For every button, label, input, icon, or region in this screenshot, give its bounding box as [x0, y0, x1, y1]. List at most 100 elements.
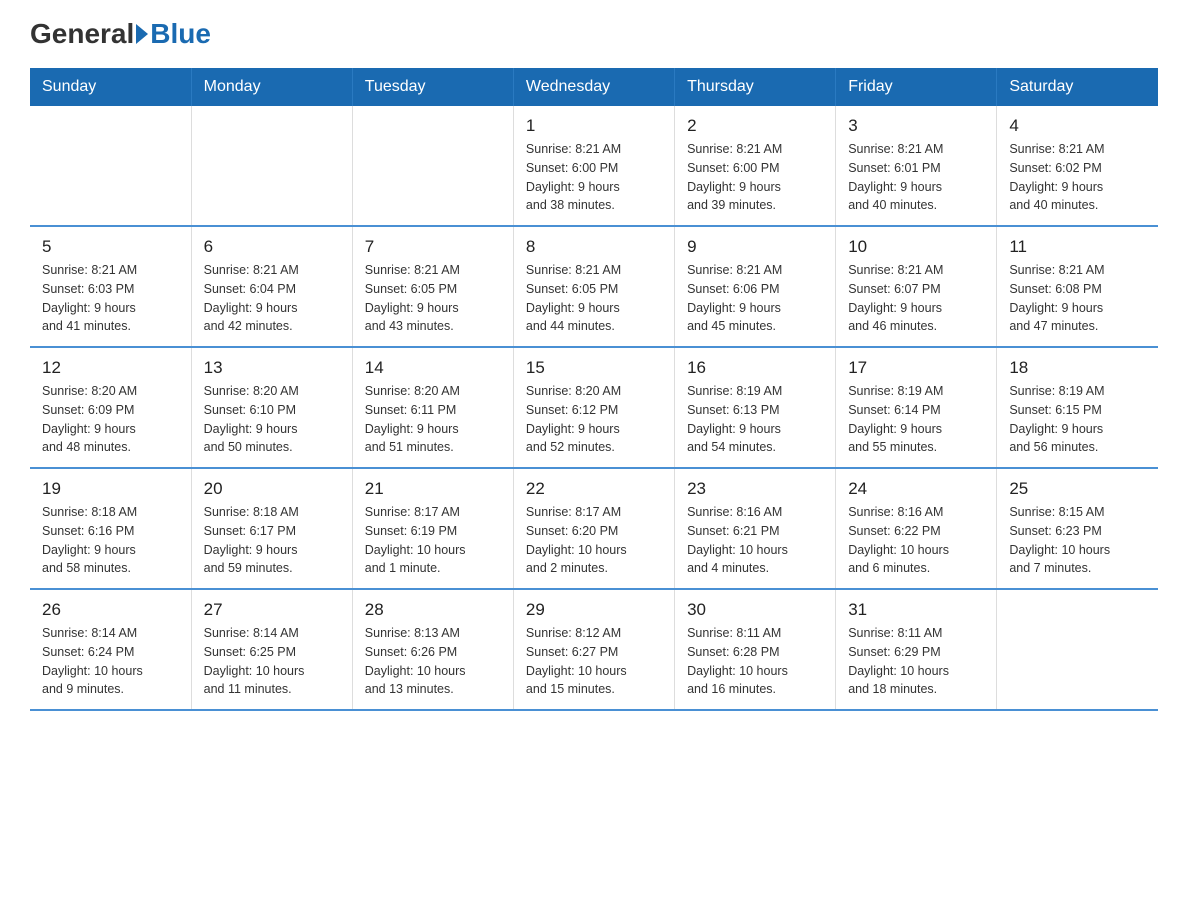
day-info: Sunrise: 8:21 AM Sunset: 6:07 PM Dayligh… — [848, 261, 984, 336]
page-header: General Blue — [30, 20, 1158, 48]
day-number: 10 — [848, 237, 984, 257]
calendar-cell — [191, 106, 352, 226]
calendar-cell — [30, 106, 191, 226]
calendar-week-row: 19 Sunrise: 8:18 AM Sunset: 6:16 PM Dayli… — [30, 468, 1158, 589]
column-header-tuesday: Tuesday — [352, 68, 513, 106]
day-info: Sunrise: 8:14 AM Sunset: 6:25 PM Dayligh… — [204, 624, 340, 699]
calendar-cell — [997, 589, 1158, 710]
day-info: Sunrise: 8:21 AM Sunset: 6:00 PM Dayligh… — [687, 140, 823, 215]
logo-blue-text: Blue — [150, 20, 211, 48]
day-info: Sunrise: 8:20 AM Sunset: 6:11 PM Dayligh… — [365, 382, 501, 457]
day-number: 30 — [687, 600, 823, 620]
day-info: Sunrise: 8:17 AM Sunset: 6:19 PM Dayligh… — [365, 503, 501, 578]
day-number: 22 — [526, 479, 662, 499]
calendar-week-row: 12 Sunrise: 8:20 AM Sunset: 6:09 PM Dayli… — [30, 347, 1158, 468]
day-number: 6 — [204, 237, 340, 257]
calendar-cell: 9 Sunrise: 8:21 AM Sunset: 6:06 PM Daylig… — [675, 226, 836, 347]
day-info: Sunrise: 8:21 AM Sunset: 6:08 PM Dayligh… — [1009, 261, 1146, 336]
day-info: Sunrise: 8:11 AM Sunset: 6:28 PM Dayligh… — [687, 624, 823, 699]
day-info: Sunrise: 8:21 AM Sunset: 6:06 PM Dayligh… — [687, 261, 823, 336]
column-header-thursday: Thursday — [675, 68, 836, 106]
calendar-cell: 28Sunrise: 8:13 AM Sunset: 6:26 PM Dayli… — [352, 589, 513, 710]
day-number: 8 — [526, 237, 662, 257]
calendar-cell: 13 Sunrise: 8:20 AM Sunset: 6:10 PM Dayli… — [191, 347, 352, 468]
day-info: Sunrise: 8:16 AM Sunset: 6:22 PM Dayligh… — [848, 503, 984, 578]
calendar-cell: 3 Sunrise: 8:21 AM Sunset: 6:01 PM Daylig… — [836, 106, 997, 226]
calendar-cell: 23Sunrise: 8:16 AM Sunset: 6:21 PM Dayli… — [675, 468, 836, 589]
calendar-cell: 24 Sunrise: 8:16 AM Sunset: 6:22 PM Dayli… — [836, 468, 997, 589]
calendar-cell: 7 Sunrise: 8:21 AM Sunset: 6:05 PM Daylig… — [352, 226, 513, 347]
day-info: Sunrise: 8:21 AM Sunset: 6:04 PM Dayligh… — [204, 261, 340, 336]
calendar-cell: 17Sunrise: 8:19 AM Sunset: 6:14 PM Dayli… — [836, 347, 997, 468]
calendar-cell: 21 Sunrise: 8:17 AM Sunset: 6:19 PM Dayli… — [352, 468, 513, 589]
day-info: Sunrise: 8:18 AM Sunset: 6:16 PM Dayligh… — [42, 503, 179, 578]
day-number: 12 — [42, 358, 179, 378]
day-info: Sunrise: 8:13 AM Sunset: 6:26 PM Dayligh… — [365, 624, 501, 699]
calendar-cell — [352, 106, 513, 226]
day-number: 4 — [1009, 116, 1146, 136]
day-info: Sunrise: 8:20 AM Sunset: 6:10 PM Dayligh… — [204, 382, 340, 457]
calendar-cell: 26 Sunrise: 8:14 AM Sunset: 6:24 PM Dayli… — [30, 589, 191, 710]
calendar-cell: 29Sunrise: 8:12 AM Sunset: 6:27 PM Dayli… — [513, 589, 674, 710]
column-header-saturday: Saturday — [997, 68, 1158, 106]
logo-triangle-icon — [136, 24, 148, 44]
day-number: 21 — [365, 479, 501, 499]
day-info: Sunrise: 8:15 AM Sunset: 6:23 PM Dayligh… — [1009, 503, 1146, 578]
calendar-week-row: 1 Sunrise: 8:21 AM Sunset: 6:00 PM Daylig… — [30, 106, 1158, 226]
day-info: Sunrise: 8:18 AM Sunset: 6:17 PM Dayligh… — [204, 503, 340, 578]
day-number: 15 — [526, 358, 662, 378]
day-info: Sunrise: 8:21 AM Sunset: 6:03 PM Dayligh… — [42, 261, 179, 336]
day-number: 5 — [42, 237, 179, 257]
day-info: Sunrise: 8:19 AM Sunset: 6:13 PM Dayligh… — [687, 382, 823, 457]
day-number: 18 — [1009, 358, 1146, 378]
day-number: 9 — [687, 237, 823, 257]
day-info: Sunrise: 8:17 AM Sunset: 6:20 PM Dayligh… — [526, 503, 662, 578]
calendar-cell: 25 Sunrise: 8:15 AM Sunset: 6:23 PM Dayli… — [997, 468, 1158, 589]
calendar-cell: 8 Sunrise: 8:21 AM Sunset: 6:05 PM Daylig… — [513, 226, 674, 347]
column-header-wednesday: Wednesday — [513, 68, 674, 106]
day-number: 26 — [42, 600, 179, 620]
day-number: 11 — [1009, 237, 1146, 257]
calendar-cell: 22 Sunrise: 8:17 AM Sunset: 6:20 PM Dayli… — [513, 468, 674, 589]
calendar-cell: 19 Sunrise: 8:18 AM Sunset: 6:16 PM Dayli… — [30, 468, 191, 589]
calendar-week-row: 5 Sunrise: 8:21 AM Sunset: 6:03 PM Daylig… — [30, 226, 1158, 347]
calendar-cell: 31Sunrise: 8:11 AM Sunset: 6:29 PM Dayli… — [836, 589, 997, 710]
calendar-header-row: SundayMondayTuesdayWednesdayThursdayFrid… — [30, 68, 1158, 106]
calendar-cell: 27 Sunrise: 8:14 AM Sunset: 6:25 PM Dayli… — [191, 589, 352, 710]
calendar-cell: 11 Sunrise: 8:21 AM Sunset: 6:08 PM Dayli… — [997, 226, 1158, 347]
day-info: Sunrise: 8:21 AM Sunset: 6:01 PM Dayligh… — [848, 140, 984, 215]
day-number: 14 — [365, 358, 501, 378]
day-number: 16 — [687, 358, 823, 378]
calendar-cell: 6 Sunrise: 8:21 AM Sunset: 6:04 PM Daylig… — [191, 226, 352, 347]
calendar-cell: 15Sunrise: 8:20 AM Sunset: 6:12 PM Dayli… — [513, 347, 674, 468]
day-info: Sunrise: 8:21 AM Sunset: 6:02 PM Dayligh… — [1009, 140, 1146, 215]
calendar-cell: 18Sunrise: 8:19 AM Sunset: 6:15 PM Dayli… — [997, 347, 1158, 468]
calendar-cell: 4 Sunrise: 8:21 AM Sunset: 6:02 PM Daylig… — [997, 106, 1158, 226]
calendar-cell: 5 Sunrise: 8:21 AM Sunset: 6:03 PM Daylig… — [30, 226, 191, 347]
day-number: 17 — [848, 358, 984, 378]
day-number: 24 — [848, 479, 984, 499]
calendar-cell: 20Sunrise: 8:18 AM Sunset: 6:17 PM Dayli… — [191, 468, 352, 589]
day-number: 25 — [1009, 479, 1146, 499]
calendar-table: SundayMondayTuesdayWednesdayThursdayFrid… — [30, 68, 1158, 711]
column-header-monday: Monday — [191, 68, 352, 106]
calendar-cell: 2Sunrise: 8:21 AM Sunset: 6:00 PM Daylig… — [675, 106, 836, 226]
calendar-cell: 12 Sunrise: 8:20 AM Sunset: 6:09 PM Dayli… — [30, 347, 191, 468]
day-number: 23 — [687, 479, 823, 499]
day-info: Sunrise: 8:21 AM Sunset: 6:05 PM Dayligh… — [365, 261, 501, 336]
day-number: 13 — [204, 358, 340, 378]
calendar-cell: 1 Sunrise: 8:21 AM Sunset: 6:00 PM Daylig… — [513, 106, 674, 226]
column-header-friday: Friday — [836, 68, 997, 106]
calendar-cell: 30 Sunrise: 8:11 AM Sunset: 6:28 PM Dayli… — [675, 589, 836, 710]
day-number: 27 — [204, 600, 340, 620]
day-info: Sunrise: 8:21 AM Sunset: 6:00 PM Dayligh… — [526, 140, 662, 215]
day-number: 7 — [365, 237, 501, 257]
day-number: 1 — [526, 116, 662, 136]
column-header-sunday: Sunday — [30, 68, 191, 106]
day-info: Sunrise: 8:14 AM Sunset: 6:24 PM Dayligh… — [42, 624, 179, 699]
day-number: 19 — [42, 479, 179, 499]
day-info: Sunrise: 8:20 AM Sunset: 6:09 PM Dayligh… — [42, 382, 179, 457]
day-number: 3 — [848, 116, 984, 136]
day-info: Sunrise: 8:21 AM Sunset: 6:05 PM Dayligh… — [526, 261, 662, 336]
day-info: Sunrise: 8:12 AM Sunset: 6:27 PM Dayligh… — [526, 624, 662, 699]
